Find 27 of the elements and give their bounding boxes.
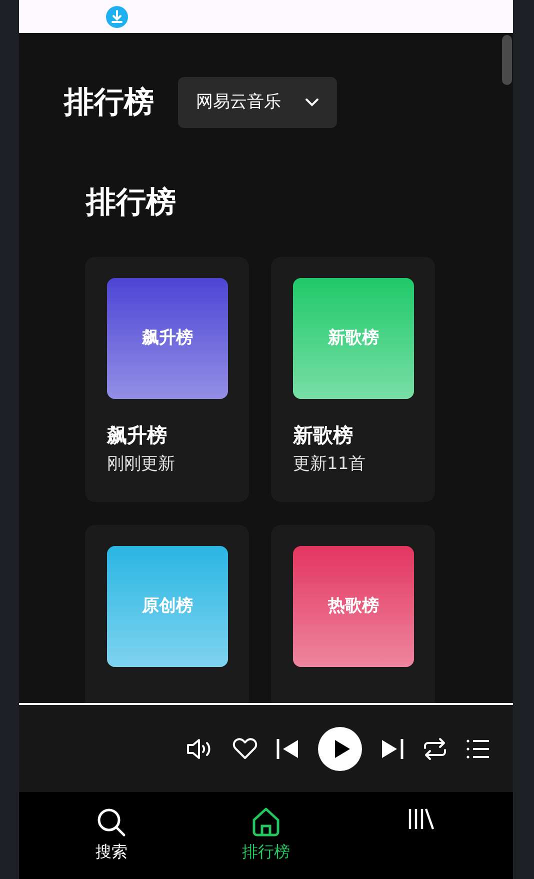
repeat-icon[interactable] [422,736,448,762]
page-title: 排行榜 [64,88,154,118]
download-icon [106,6,128,28]
chart-subtitle: 更新11首 [293,453,366,476]
section-title: 排行榜 [86,188,176,218]
cover-label: 热歌榜 [328,594,379,618]
chart-title: 飙升榜 [107,422,167,449]
chart-subtitle: 刚刚更新 [107,453,175,476]
chart-title: 新歌榜 [293,422,353,449]
source-dropdown[interactable]: 网易云音乐 [178,77,337,128]
library-icon [406,807,435,831]
cover-label: 飙升榜 [142,326,193,350]
heart-icon[interactable] [232,737,258,760]
scrollbar[interactable] [502,35,512,85]
search-icon [96,807,126,837]
chevron-down-icon [305,98,319,107]
cover-label: 新歌榜 [328,326,379,350]
nav-tab[interactable]: 搜索 [34,792,189,879]
chart-card[interactable]: 飙升榜 飙升榜 刚刚更新 [85,257,249,502]
previous-icon[interactable] [276,738,300,760]
nav-tab[interactable]: 排行榜 [188,792,344,879]
home-icon [251,807,281,837]
play-button[interactable] [318,726,362,770]
next-icon[interactable] [380,738,404,760]
cover-label: 原创榜 [142,594,193,618]
chart-card[interactable]: 新歌榜 新歌榜 更新11首 [271,257,435,502]
playlist-icon[interactable] [466,738,490,758]
